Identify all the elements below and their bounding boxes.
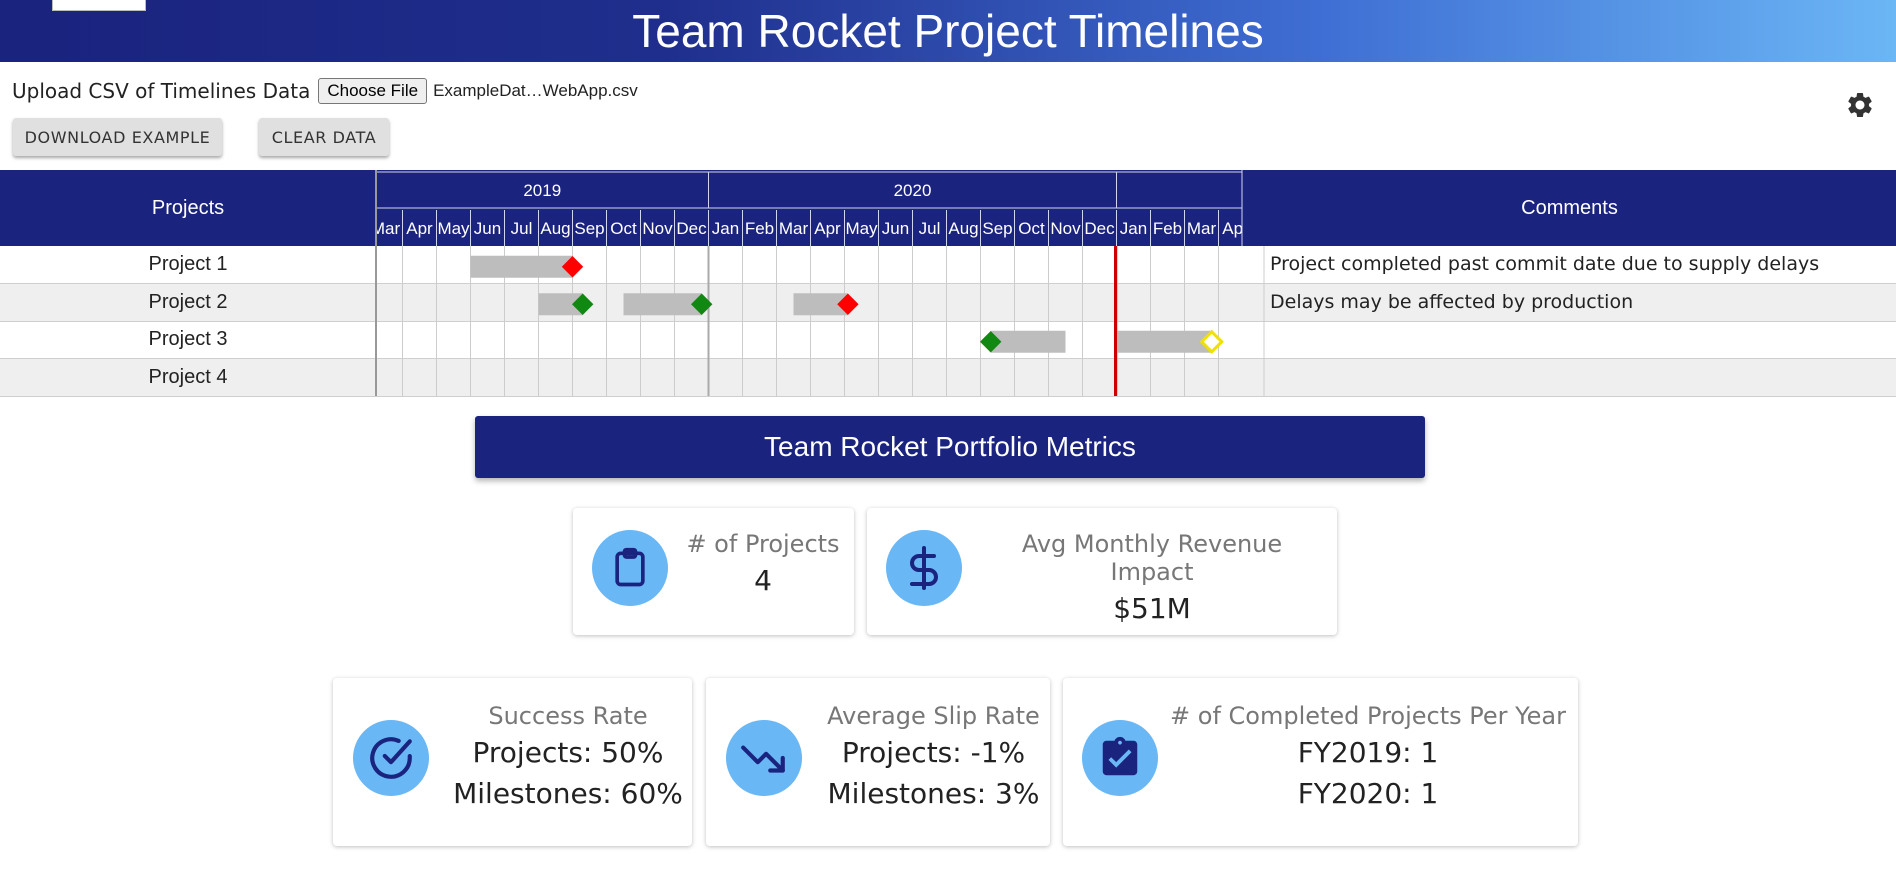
month-label: Mar bbox=[1187, 219, 1217, 238]
slip-projects-value: Projects: -1% bbox=[841, 736, 1026, 769]
month-label: Jun bbox=[882, 219, 909, 238]
choose-file-button[interactable]: Choose File bbox=[318, 78, 428, 104]
timeline-bar bbox=[990, 330, 1066, 353]
check-circle-icon bbox=[353, 720, 429, 796]
clear-data-button[interactable]: CLEAR DATA bbox=[259, 118, 389, 156]
upload-row: Upload CSV of Timelines Data Choose File… bbox=[12, 78, 638, 104]
month-label: Jan bbox=[712, 219, 739, 238]
gear-icon[interactable] bbox=[1845, 90, 1875, 120]
download-example-button[interactable]: DOWNLOAD EXAMPLE bbox=[13, 118, 222, 156]
month-label: Sep bbox=[574, 219, 604, 238]
month-label: Jun bbox=[474, 219, 501, 238]
month-label: Dec bbox=[1084, 219, 1115, 238]
month-label: Apr bbox=[814, 219, 841, 238]
trending-down-icon bbox=[726, 720, 802, 796]
revenue-value: $51M bbox=[1113, 592, 1191, 625]
upload-label: Upload CSV of Timelines Data bbox=[12, 79, 311, 103]
month-label: May bbox=[845, 219, 878, 238]
month-label: Apr bbox=[406, 219, 433, 238]
month-label: Sep bbox=[982, 219, 1012, 238]
clipboard-check-icon bbox=[1082, 720, 1158, 796]
year-cell bbox=[1116, 171, 1243, 209]
year-label: 2019 bbox=[523, 181, 561, 200]
metrics-title: Team Rocket Portfolio Metrics bbox=[475, 416, 1425, 478]
month-label: Aug bbox=[948, 219, 978, 238]
success-projects-value: Projects: 50% bbox=[472, 736, 664, 769]
month-label: Nov bbox=[1050, 219, 1081, 238]
slip-rate-label: Average Slip Rate bbox=[827, 702, 1040, 730]
completed-projects-card: # of Completed Projects Per Year FY2019:… bbox=[1063, 678, 1578, 846]
month-label: Oct bbox=[610, 219, 637, 238]
month-label: Mar bbox=[779, 219, 809, 238]
success-rate-label: Success Rate bbox=[488, 702, 648, 730]
app-header: Team Rocket Project Timelines bbox=[0, 0, 1896, 62]
projects-count-value: 4 bbox=[754, 564, 772, 597]
gantt-timeline: 2019 2020Mar Apr May Jun Jul Aug Sep Oct Nov Dec Ja… bbox=[375, 170, 1286, 396]
timeline-bar bbox=[1116, 330, 1212, 353]
projects-count-card: # of Projects 4 bbox=[573, 508, 854, 635]
month-label: Dec bbox=[676, 219, 707, 238]
projects-count-label: # of Projects bbox=[686, 530, 840, 558]
month-label: Apr bbox=[1222, 219, 1249, 238]
timeline-bar bbox=[470, 255, 573, 278]
month-label: Jul bbox=[919, 219, 941, 238]
month-label: Feb bbox=[745, 219, 774, 238]
year-label: 2020 bbox=[894, 181, 932, 200]
completed-fy2019-value: FY2019: 1 bbox=[1297, 736, 1439, 769]
month-label: May bbox=[437, 219, 470, 238]
page-title: Team Rocket Project Timelines bbox=[632, 5, 1264, 57]
revenue-label: Avg Monthly Revenue Impact bbox=[1021, 530, 1283, 586]
month-label: Jan bbox=[1120, 219, 1147, 238]
browser-tab-stub bbox=[52, 0, 146, 11]
timeline-bar bbox=[623, 293, 702, 316]
slip-milestones-value: Milestones: 3% bbox=[827, 777, 1040, 810]
success-milestones-value: Milestones: 60% bbox=[453, 777, 683, 810]
success-rate-card: Success Rate Projects: 50% Milestones: 6… bbox=[333, 678, 692, 846]
month-label: Nov bbox=[642, 219, 673, 238]
completed-fy2020-value: FY2020: 1 bbox=[1297, 777, 1439, 810]
month-label: Aug bbox=[540, 219, 570, 238]
file-name: ExampleDat…WebApp.csv bbox=[433, 81, 638, 100]
completed-label: # of Completed Projects Per Year bbox=[1170, 702, 1566, 730]
month-label: Jul bbox=[511, 219, 533, 238]
month-label: Feb bbox=[1153, 219, 1182, 238]
month-label: Oct bbox=[1018, 219, 1045, 238]
clipboard-icon bbox=[592, 530, 668, 606]
slip-rate-card: Average Slip Rate Projects: -1% Mileston… bbox=[706, 678, 1050, 846]
gantt-chart: Projects Comments Project 1 Project compl… bbox=[0, 170, 1896, 397]
revenue-card: Avg Monthly Revenue Impact $51M bbox=[867, 508, 1337, 635]
month-label: May bbox=[1253, 219, 1286, 238]
dollar-icon bbox=[886, 530, 962, 606]
